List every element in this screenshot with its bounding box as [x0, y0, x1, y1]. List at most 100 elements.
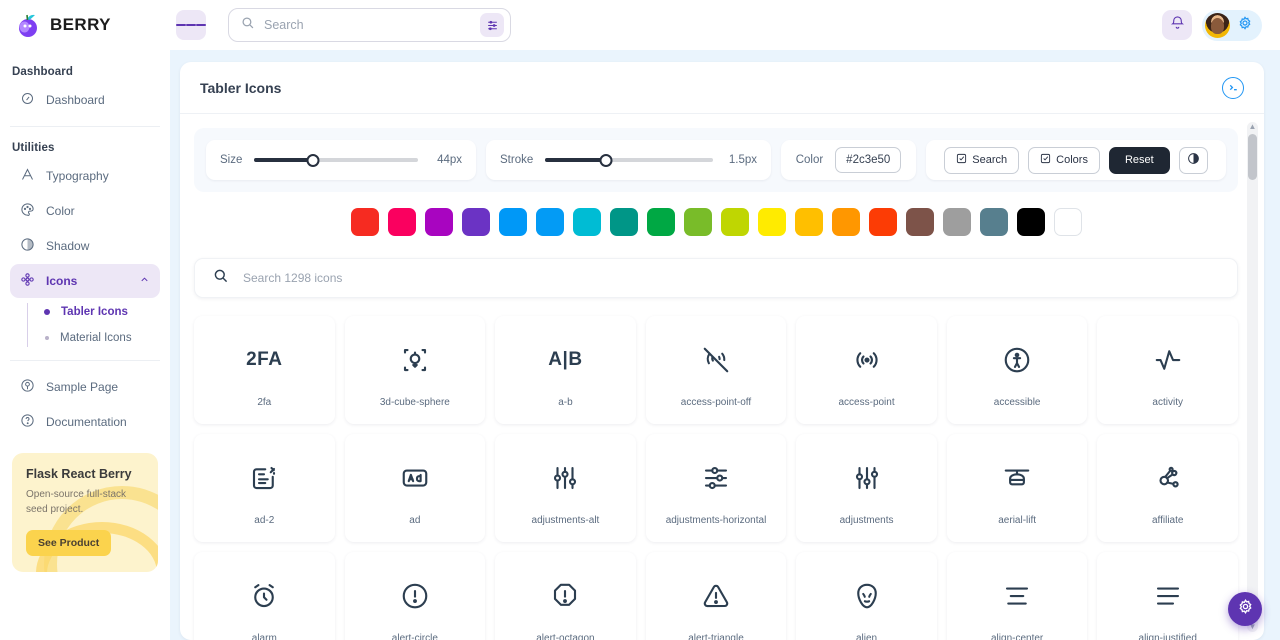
- scrollbar-thumb[interactable]: [1248, 134, 1257, 180]
- color-swatch[interactable]: [572, 208, 601, 236]
- color-swatch[interactable]: [1016, 208, 1045, 236]
- gear-icon[interactable]: [1237, 15, 1253, 36]
- settings-fab[interactable]: [1228, 592, 1262, 626]
- bullet-icon: [44, 309, 50, 315]
- color-swatch[interactable]: [905, 208, 934, 236]
- notifications-button[interactable]: [1162, 10, 1192, 40]
- dashboard-icon: [20, 91, 35, 109]
- sidebar-item-label: Color: [46, 204, 75, 218]
- berry-logo-icon: [14, 11, 42, 39]
- icons-scroll-area: Size 44px Stroke 1.5px Color #2c3e50 Sea…: [180, 114, 1264, 640]
- sidebar-item-shadow[interactable]: Shadow: [10, 229, 160, 263]
- sidebar-item-documentation[interactable]: Documentation: [10, 405, 160, 439]
- color-swatch[interactable]: [424, 208, 453, 236]
- icon-card[interactable]: alert-circle: [344, 552, 486, 640]
- color-swatch[interactable]: [461, 208, 490, 236]
- stroke-slider-knob[interactable]: [599, 153, 613, 167]
- icon-card[interactable]: alien: [796, 552, 937, 640]
- icon-card[interactable]: alarm: [194, 552, 335, 640]
- aerial-lift-icon: [1002, 451, 1032, 505]
- icon-toolbar: Size 44px Stroke 1.5px Color #2c3e50 Sea…: [194, 128, 1238, 192]
- stroke-slider[interactable]: [545, 153, 713, 167]
- icon-card[interactable]: ad: [344, 434, 486, 542]
- color-swatch[interactable]: [683, 208, 712, 236]
- global-search[interactable]: [228, 8, 511, 42]
- sidebar-item-icons[interactable]: Icons: [10, 264, 160, 298]
- contrast-icon: [1187, 152, 1200, 168]
- icon-card[interactable]: 3d-cube-sphere: [344, 316, 486, 424]
- sidebar-item-material-icons[interactable]: Material Icons: [27, 325, 170, 351]
- sidebar-subitem-label: Tabler Icons: [61, 306, 128, 318]
- icon-card[interactable]: access-point-off: [645, 316, 787, 424]
- icon-card[interactable]: align-center: [946, 552, 1088, 640]
- checkbox-icon: [1040, 153, 1051, 167]
- reset-button[interactable]: Reset: [1108, 146, 1170, 174]
- theme-toggle-button[interactable]: [1178, 146, 1208, 174]
- profile-menu[interactable]: [1202, 9, 1262, 41]
- icon-card[interactable]: access-point: [796, 316, 937, 424]
- color-swatch[interactable]: [794, 208, 823, 236]
- avatar: [1205, 12, 1230, 38]
- color-swatch[interactable]: [979, 208, 1008, 236]
- promo-subtitle: Open-source full-stack seed project.: [26, 489, 127, 515]
- search-filter-button[interactable]: [480, 13, 504, 37]
- icon-card[interactable]: alert-triangle: [645, 552, 787, 640]
- sidebar: Dashboard Dashboard Utilities Typography: [0, 50, 170, 640]
- vertical-scrollbar[interactable]: ▲ ▼: [1247, 122, 1258, 632]
- see-product-button[interactable]: See Product: [26, 530, 112, 556]
- sidebar-item-label: Typography: [46, 169, 109, 183]
- color-swatch[interactable]: [350, 208, 379, 236]
- size-slider-knob[interactable]: [306, 153, 320, 167]
- sidebar-item-typography[interactable]: Typography: [10, 159, 160, 193]
- color-swatch[interactable]: [757, 208, 786, 236]
- color-swatch[interactable]: [868, 208, 897, 236]
- icon-card[interactable]: adjustments: [796, 434, 937, 542]
- icon-card[interactable]: activity: [1097, 316, 1238, 424]
- color-swatch[interactable]: [609, 208, 638, 236]
- icon-card[interactable]: aerial-lift: [946, 434, 1088, 542]
- brand[interactable]: BERRY: [14, 11, 166, 39]
- color-swatch[interactable]: [942, 208, 971, 236]
- icon-card[interactable]: affiliate: [1097, 434, 1238, 542]
- colors-toggle-button[interactable]: Colors: [1028, 146, 1100, 174]
- sidebar-item-dashboard[interactable]: Dashboard: [10, 83, 160, 117]
- menu-toggle-button[interactable]: [176, 10, 206, 40]
- scroll-up-icon[interactable]: ▲: [1249, 122, 1257, 132]
- adjustments-icon: [852, 451, 882, 505]
- icon-card[interactable]: align-justified: [1097, 552, 1238, 640]
- color-input[interactable]: #2c3e50: [835, 147, 902, 173]
- icon-label: alien: [855, 632, 878, 640]
- icon-card[interactable]: 2FA 2fa: [194, 316, 335, 424]
- icon-card[interactable]: alert-octagon: [495, 552, 636, 640]
- color-control: Color #2c3e50: [781, 140, 916, 180]
- color-swatch[interactable]: [387, 208, 416, 236]
- color-swatch[interactable]: [646, 208, 675, 236]
- icon-label: align-justified: [1138, 632, 1197, 640]
- icon-card[interactable]: adjustments-horizontal: [645, 434, 787, 542]
- color-swatch[interactable]: [720, 208, 749, 236]
- color-swatch[interactable]: [498, 208, 527, 236]
- size-slider[interactable]: [254, 153, 418, 167]
- icon-card[interactable]: A|B a-b: [495, 316, 636, 424]
- sidebar-item-sample-page[interactable]: Sample Page: [10, 370, 160, 404]
- tabler-logo-icon[interactable]: [1222, 76, 1244, 99]
- icon-card[interactable]: accessible: [946, 316, 1088, 424]
- adjustments-horizontal-icon: [701, 451, 731, 505]
- color-swatch[interactable]: [1053, 208, 1082, 236]
- sidebar-item-color[interactable]: Color: [10, 194, 160, 228]
- icon-card[interactable]: adjustments-alt: [495, 434, 636, 542]
- icon-card[interactable]: ad-2: [194, 434, 335, 542]
- global-search-input[interactable]: [264, 18, 471, 32]
- main-content: Tabler Icons Size 44px Stroke 1.5px Colo…: [170, 50, 1280, 640]
- sidebar-item-tabler-icons[interactable]: Tabler Icons: [27, 299, 170, 325]
- icon-search-bar[interactable]: [194, 258, 1238, 298]
- alien-icon: [852, 569, 882, 623]
- app-body: Dashboard Dashboard Utilities Typography: [0, 50, 1280, 640]
- 2fa-icon: 2FA: [246, 348, 283, 370]
- search-toggle-button[interactable]: Search: [944, 146, 1020, 174]
- color-swatch[interactable]: [535, 208, 564, 236]
- adjustments-alt-icon: [550, 451, 580, 505]
- brand-name: BERRY: [50, 15, 111, 34]
- color-swatch[interactable]: [831, 208, 860, 236]
- icon-search-input[interactable]: [243, 271, 1219, 285]
